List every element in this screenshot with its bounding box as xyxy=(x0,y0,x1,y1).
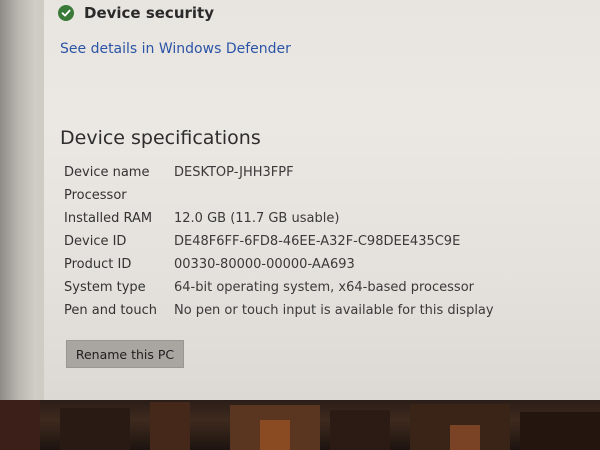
spec-label: System type xyxy=(64,280,146,295)
spec-label: Device name xyxy=(64,165,150,180)
scrollbar[interactable] xyxy=(36,0,44,400)
spec-value: 64-bit operating system, x64-based proce… xyxy=(174,280,474,295)
desktop-wallpaper xyxy=(0,400,600,450)
section-heading-device-specifications: Device specifications xyxy=(60,127,261,149)
check-circle-icon xyxy=(58,5,74,21)
screen-bezel xyxy=(0,0,40,400)
spec-value: 00330-80000-00000-AA693 xyxy=(174,257,355,272)
spec-value: No pen or touch input is available for t… xyxy=(174,303,494,318)
spec-value: 12.0 GB (11.7 GB usable) xyxy=(174,211,340,226)
spec-label: Product ID xyxy=(64,257,132,272)
spec-value: DESKTOP-JHH3FPF xyxy=(174,165,294,180)
spec-label: Processor xyxy=(64,188,127,203)
spec-label: Installed RAM xyxy=(64,211,153,226)
device-security-label: Device security xyxy=(84,4,214,22)
device-security-status: Device security xyxy=(58,0,214,26)
spec-label: Pen and touch xyxy=(64,303,158,318)
spec-value: DE48F6FF-6FD8-46EE-A32F-C98DEE435C9E xyxy=(174,234,461,249)
rename-pc-button[interactable]: Rename this PC xyxy=(66,340,184,368)
windows-defender-link[interactable]: See details in Windows Defender xyxy=(60,41,291,57)
spec-label: Device ID xyxy=(64,234,127,249)
